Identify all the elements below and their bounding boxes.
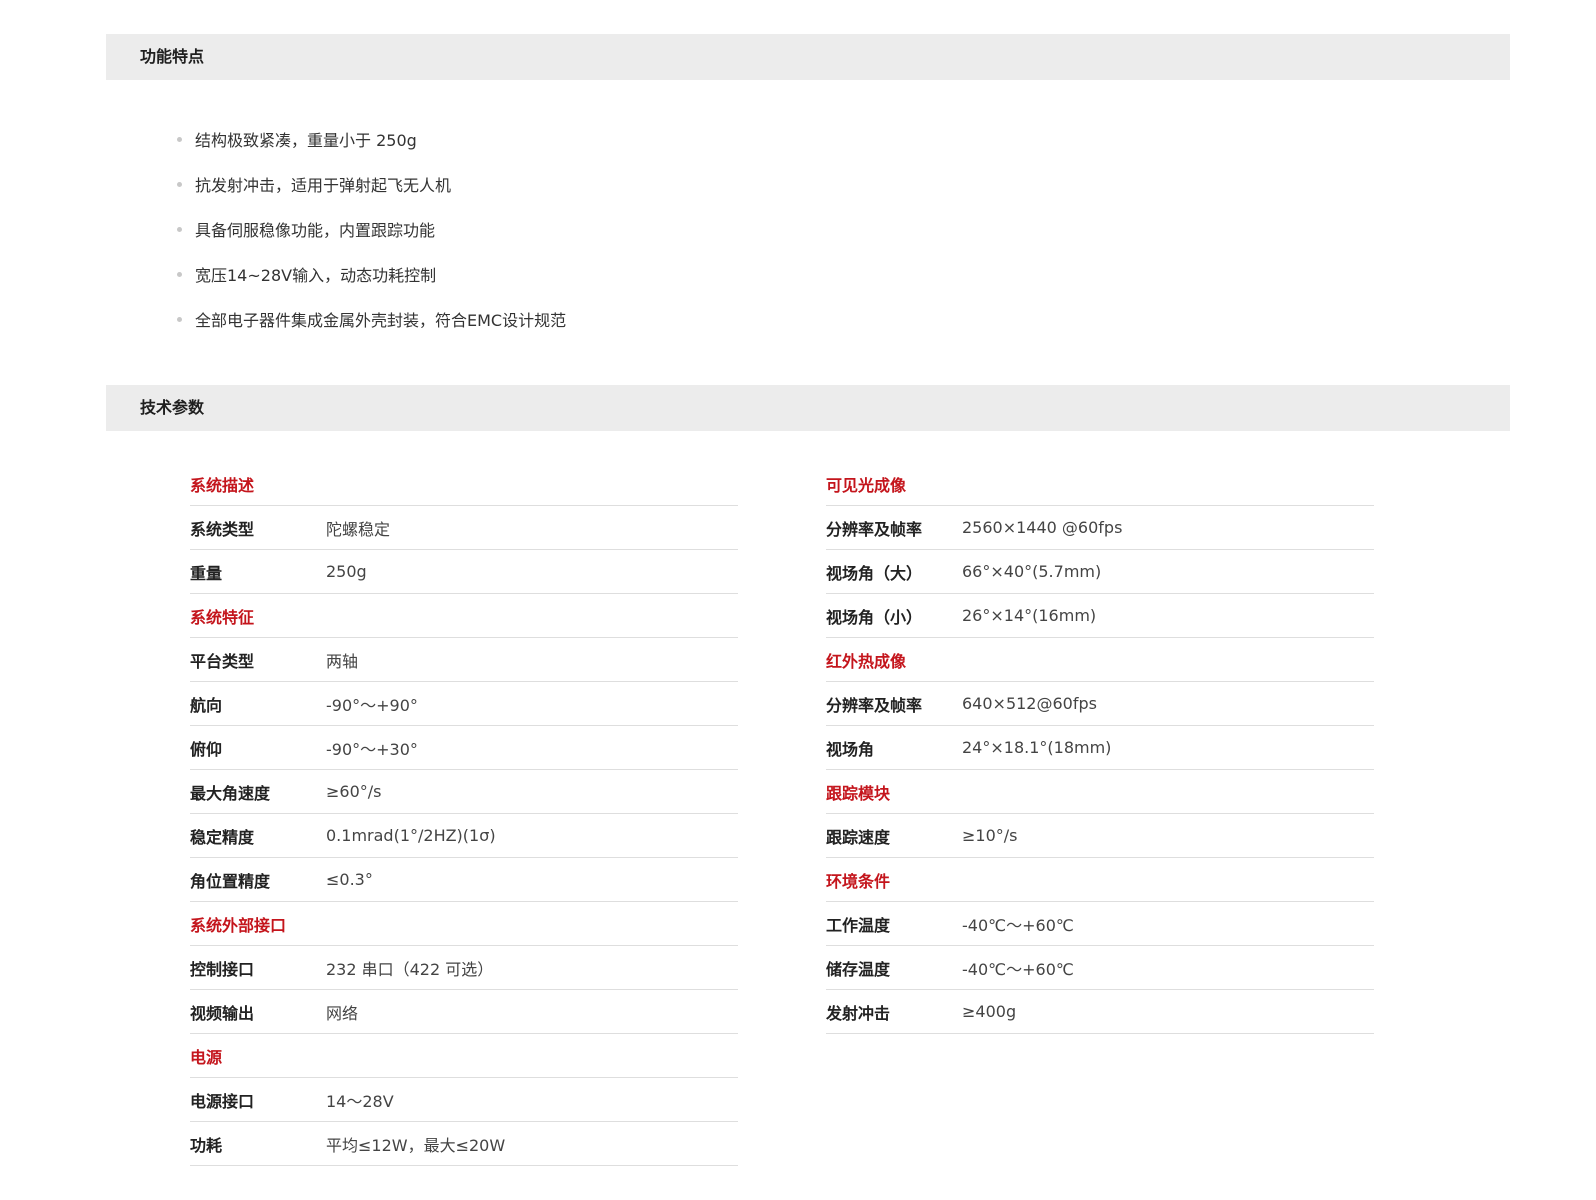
spec-row: 视场角（小） 26°×14°(16mm) — [826, 594, 1374, 638]
spec-value: 网络 — [326, 1003, 359, 1023]
spec-table-right: 可见光成像分辨率及帧率 2560×1440 @60fps 视场角（大） 66°×40°… — [826, 462, 1374, 1034]
spec-group-title: 跟踪模块 — [826, 783, 891, 803]
spec-row: 最大角速度 ≥60°/s — [190, 770, 738, 814]
spec-group-row: 红外热成像 — [826, 638, 1374, 682]
spec-value: -90°～+90° — [326, 695, 418, 715]
spec-group-title: 红外热成像 — [826, 651, 907, 671]
spec-label: 系统类型 — [190, 519, 255, 539]
spec-group-title: 环境条件 — [826, 871, 891, 891]
feature-item: 抗发射冲击，适用于弹射起飞无人机 — [177, 163, 566, 208]
feature-text: 具备伺服稳像功能，内置跟踪功能 — [195, 221, 436, 240]
specs-section-title: 技术参数 — [106, 385, 1510, 431]
spec-group-row: 环境条件 — [826, 858, 1374, 902]
spec-label: 储存温度 — [826, 959, 891, 979]
bullet-dot-icon — [177, 227, 182, 232]
spec-value: 平均≤12W，最大≤20W — [326, 1135, 506, 1155]
feature-text: 抗发射冲击，适用于弹射起飞无人机 — [195, 176, 452, 195]
bullet-dot-icon — [177, 137, 182, 142]
spec-value: ≤0.3° — [326, 870, 373, 889]
spec-group-row: 可见光成像 — [826, 462, 1374, 506]
bullet-dot-icon — [177, 317, 182, 322]
spec-value: ≥10°/s — [962, 826, 1018, 845]
spec-group-title: 系统特征 — [190, 607, 255, 627]
spec-row: 角位置精度 ≤0.3° — [190, 858, 738, 902]
spec-row: 分辨率及帧率 2560×1440 @60fps — [826, 506, 1374, 550]
spec-value: 24°×18.1°(18mm) — [962, 738, 1112, 757]
feature-text: 结构极致紧凑，重量小于 250g — [195, 131, 417, 150]
spec-group-row: 系统外部接口 — [190, 902, 738, 946]
spec-group-row: 系统描述 — [190, 462, 738, 506]
spec-label: 重量 — [190, 563, 223, 583]
spec-value: ≥60°/s — [326, 782, 382, 801]
spec-group-title: 可见光成像 — [826, 475, 907, 495]
spec-group-row: 跟踪模块 — [826, 770, 1374, 814]
features-section-title: 功能特点 — [106, 34, 1510, 80]
spec-row: 工作温度 -40℃～+60℃ — [826, 902, 1374, 946]
spec-value: ≥400g — [962, 1002, 1017, 1021]
spec-value: 2560×1440 @60fps — [962, 518, 1123, 537]
spec-row: 分辨率及帧率 640×512@60fps — [826, 682, 1374, 726]
spec-row: 储存温度 -40℃～+60℃ — [826, 946, 1374, 990]
spec-value: 26°×14°(16mm) — [962, 606, 1097, 625]
spec-value: 232 串口（422 可选） — [326, 959, 494, 979]
spec-label: 工作温度 — [826, 915, 891, 935]
spec-row: 航向 -90°～+90° — [190, 682, 738, 726]
spec-row: 稳定精度 0.1mrad(1°/2HZ)(1σ) — [190, 814, 738, 858]
spec-label: 视场角（小） — [826, 607, 923, 627]
spec-value: 66°×40°(5.7mm) — [962, 562, 1102, 581]
features-list: 结构极致紧凑，重量小于 250g 抗发射冲击，适用于弹射起飞无人机 具备伺服稳像功能… — [177, 118, 566, 343]
spec-label: 视频输出 — [190, 1003, 255, 1023]
spec-row: 视频输出 网络 — [190, 990, 738, 1034]
bullet-dot-icon — [177, 182, 182, 187]
spec-table-left: 系统描述系统类型 陀螺稳定重量 250g 系统特征平台类型 两轴航向 -90°～+90° 俯… — [190, 462, 738, 1166]
spec-label: 电源接口 — [190, 1091, 255, 1111]
spec-row: 电源接口 14～28V — [190, 1078, 738, 1122]
spec-row: 平台类型 两轴 — [190, 638, 738, 682]
spec-value: -90°～+30° — [326, 739, 418, 759]
spec-value: 两轴 — [326, 651, 359, 671]
spec-value: 14～28V — [326, 1091, 394, 1111]
feature-text: 宽压14~28V输入，动态功耗控制 — [195, 266, 437, 285]
spec-row: 系统类型 陀螺稳定 — [190, 506, 738, 550]
spec-label: 分辨率及帧率 — [826, 695, 923, 715]
spec-value: 陀螺稳定 — [326, 519, 391, 539]
spec-label: 稳定精度 — [190, 827, 255, 847]
spec-value: 640×512@60fps — [962, 694, 1097, 713]
feature-item: 结构极致紧凑，重量小于 250g — [177, 118, 566, 163]
spec-label: 航向 — [190, 695, 223, 715]
spec-label: 角位置精度 — [190, 871, 271, 891]
spec-label: 控制接口 — [190, 959, 255, 979]
spec-row: 视场角 24°×18.1°(18mm) — [826, 726, 1374, 770]
spec-row: 功耗 平均≤12W，最大≤20W — [190, 1122, 738, 1166]
spec-label: 俯仰 — [190, 739, 223, 759]
spec-row: 重量 250g — [190, 550, 738, 594]
spec-group-title: 电源 — [190, 1047, 223, 1067]
spec-row: 视场角（大） 66°×40°(5.7mm) — [826, 550, 1374, 594]
spec-label: 跟踪速度 — [826, 827, 891, 847]
spec-label: 视场角（大） — [826, 563, 923, 583]
spec-group-row: 系统特征 — [190, 594, 738, 638]
spec-row: 发射冲击 ≥400g — [826, 990, 1374, 1034]
feature-text: 全部电子器件集成金属外壳封装，符合EMC设计规范 — [195, 311, 567, 330]
spec-row: 俯仰 -90°～+30° — [190, 726, 738, 770]
feature-item: 宽压14~28V输入，动态功耗控制 — [177, 253, 566, 298]
spec-value: -40℃～+60℃ — [962, 959, 1074, 979]
spec-label: 最大角速度 — [190, 783, 271, 803]
feature-item: 全部电子器件集成金属外壳封装，符合EMC设计规范 — [177, 298, 566, 343]
spec-group-title: 系统描述 — [190, 475, 255, 495]
bullet-dot-icon — [177, 272, 182, 277]
spec-value: 0.1mrad(1°/2HZ)(1σ) — [326, 826, 496, 845]
feature-item: 具备伺服稳像功能，内置跟踪功能 — [177, 208, 566, 253]
spec-label: 分辨率及帧率 — [826, 519, 923, 539]
spec-row: 控制接口 232 串口（422 可选） — [190, 946, 738, 990]
spec-label: 发射冲击 — [826, 1003, 891, 1023]
spec-group-row: 电源 — [190, 1034, 738, 1078]
spec-value: -40℃～+60℃ — [962, 915, 1074, 935]
spec-value: 250g — [326, 562, 367, 581]
spec-label: 视场角 — [826, 739, 875, 759]
spec-label: 功耗 — [190, 1135, 223, 1155]
spec-row: 跟踪速度 ≥10°/s — [826, 814, 1374, 858]
spec-label: 平台类型 — [190, 651, 255, 671]
spec-group-title: 系统外部接口 — [190, 915, 287, 935]
